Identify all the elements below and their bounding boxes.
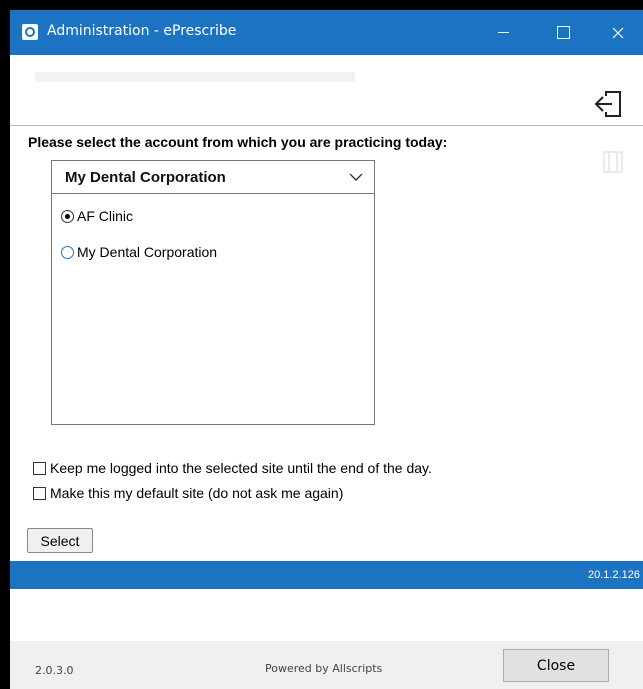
keep-logged-in-option[interactable]: Keep me logged into the selected site un… bbox=[33, 459, 432, 477]
blurred-header-text bbox=[35, 72, 355, 82]
keep-logged-in-label: Keep me logged into the selected site un… bbox=[50, 460, 432, 476]
version-bar: 20.1.2.126 bbox=[10, 561, 643, 589]
divider bbox=[10, 125, 643, 126]
eprescribe-app-icon bbox=[22, 24, 38, 40]
account-dropdown[interactable]: My Dental Corporation bbox=[52, 161, 374, 194]
site-option-af-clinic[interactable]: AF Clinic bbox=[61, 206, 133, 226]
powered-by: Powered by Allscripts bbox=[265, 662, 383, 675]
window-title: Administration - ePrescribe bbox=[47, 23, 237, 39]
site-option-my-dental-corporation[interactable]: My Dental Corporation bbox=[61, 242, 217, 262]
radio-unchecked[interactable] bbox=[61, 245, 74, 259]
page-prompt: Please select the account from which you… bbox=[28, 134, 448, 150]
site-label: My Dental Corporation bbox=[77, 244, 218, 260]
close-button[interactable]: Close bbox=[503, 649, 609, 682]
chevron-down-icon bbox=[349, 173, 363, 181]
title-bar[interactable]: Administration - ePrescribe bbox=[10, 10, 643, 55]
minimize-icon bbox=[497, 32, 509, 33]
sign-out-icon[interactable] bbox=[593, 88, 625, 120]
faded-icon bbox=[603, 151, 623, 173]
client-version: 2.0.3.0 bbox=[35, 664, 74, 677]
maximize-icon bbox=[556, 26, 570, 39]
admin-window: Administration - ePrescribe Please selec… bbox=[10, 10, 643, 689]
account-panel: My Dental Corporation AF Clinic My Denta… bbox=[51, 160, 375, 425]
window-close-button[interactable] bbox=[595, 10, 641, 55]
site-label: AF Clinic bbox=[77, 208, 134, 224]
default-site-option[interactable]: Make this my default site (do not ask me… bbox=[33, 484, 343, 502]
close-icon bbox=[612, 27, 624, 38]
server-version: 20.1.2.126 bbox=[588, 569, 640, 581]
radio-checked[interactable] bbox=[61, 209, 74, 223]
footer: 2.0.3.0 Powered by Allscripts Close bbox=[10, 641, 643, 689]
default-site-checkbox[interactable] bbox=[33, 486, 46, 500]
minimize-button[interactable] bbox=[480, 10, 526, 55]
keep-logged-in-checkbox[interactable] bbox=[33, 461, 46, 475]
select-button[interactable]: Select bbox=[27, 528, 93, 553]
maximize-button[interactable] bbox=[540, 10, 586, 55]
account-dropdown-value: My Dental Corporation bbox=[65, 169, 226, 186]
default-site-label: Make this my default site (do not ask me… bbox=[50, 485, 344, 501]
